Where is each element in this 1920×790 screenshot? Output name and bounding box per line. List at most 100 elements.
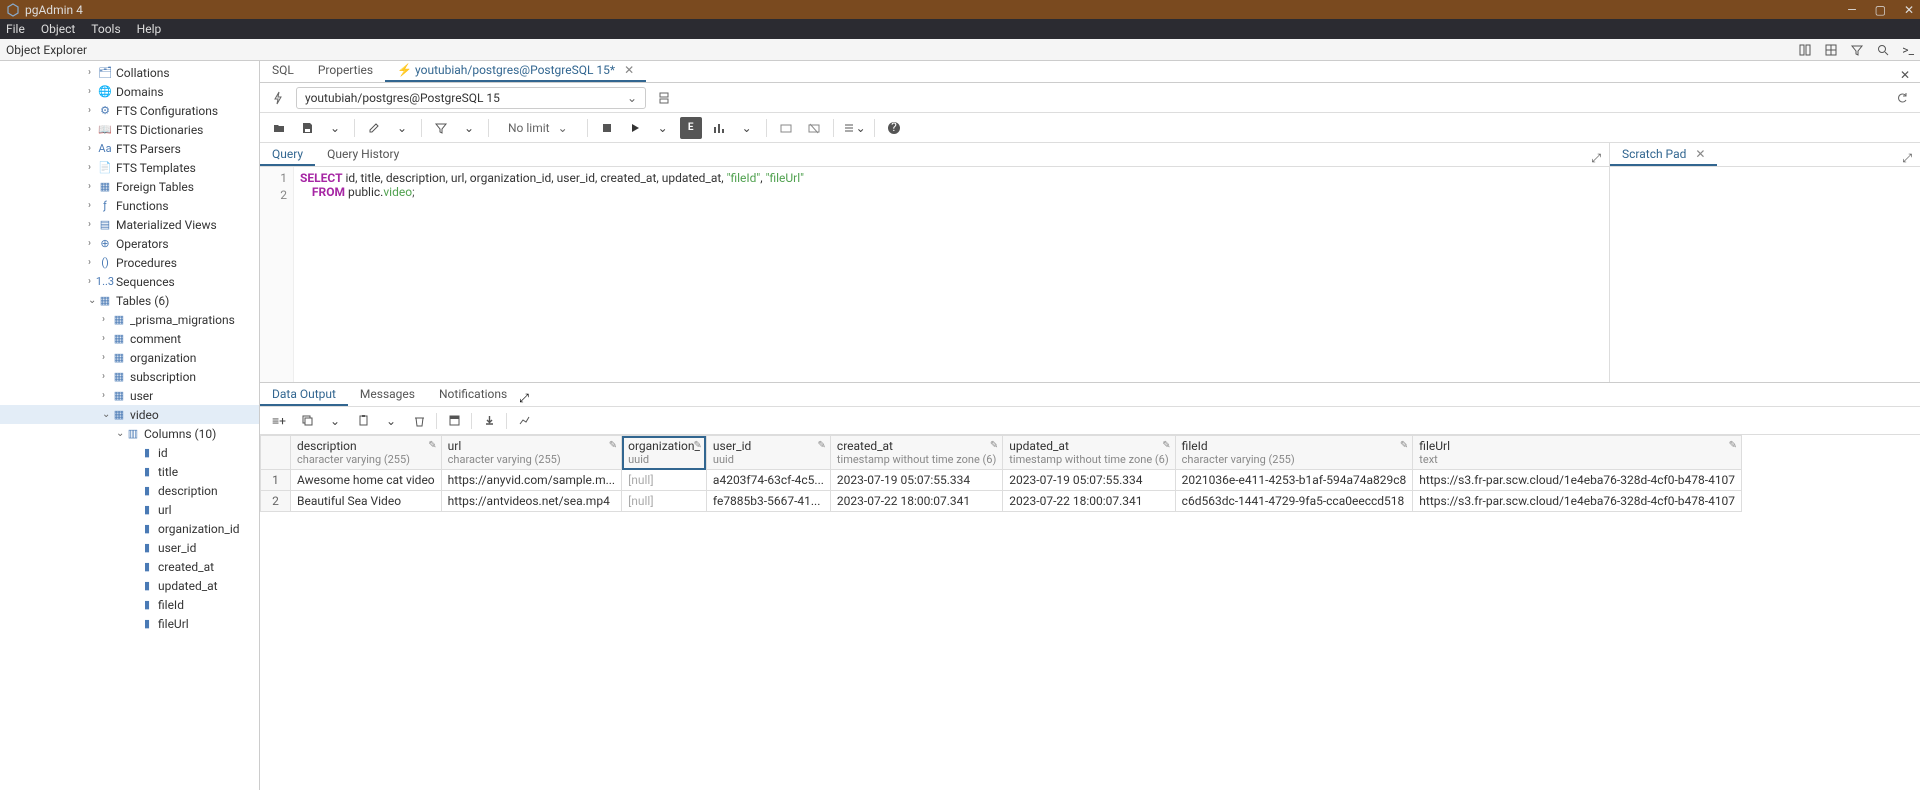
cell[interactable]: 2023-07-22 18:00:07.341 [830,491,1002,512]
tree-item[interactable]: ›📖FTS Dictionaries [0,120,259,139]
explorer-filter-icon[interactable] [1850,43,1864,57]
delete-row-button[interactable] [408,410,430,432]
chart-button[interactable] [513,410,535,432]
sql-editor[interactable]: 12 SELECT id, title, description, url, o… [260,167,1609,382]
tree-item[interactable]: ›⊕Operators [0,234,259,253]
tree-item[interactable]: ▮updated_at [0,576,259,595]
expand-scratch-icon[interactable]: ⤢ [1894,151,1920,166]
edit-button[interactable] [363,117,385,139]
cell[interactable]: [null] [622,491,707,512]
open-file-button[interactable] [268,117,290,139]
copy-button[interactable] [296,410,318,432]
tree-item[interactable]: ›AaFTS Parsers [0,139,259,158]
tree-item[interactable]: ›▦comment [0,329,259,348]
window-minimize-button[interactable]: — [1847,3,1856,17]
cell[interactable]: https://s3.fr-par.scw.cloud/1e4eba76-328… [1413,470,1742,491]
help-button[interactable]: ? [883,117,905,139]
tree-item[interactable]: ▮created_at [0,557,259,576]
cell[interactable]: https://s3.fr-par.scw.cloud/1e4eba76-328… [1413,491,1742,512]
tree-item[interactable]: ›▤Materialized Views [0,215,259,234]
execute-button[interactable] [624,117,646,139]
tree-item[interactable]: ▮url [0,500,259,519]
tab-data-output[interactable]: Data Output [260,384,348,406]
tree-item[interactable]: ⌄▥Columns (10) [0,424,259,443]
save-button[interactable] [296,117,318,139]
tree-item[interactable]: ▮fileId [0,595,259,614]
paste-button[interactable] [352,410,374,432]
expand-editor-icon[interactable]: ⤢ [1583,151,1609,166]
macros-button[interactable]: ⌄ [842,117,866,139]
expand-output-icon[interactable]: ⤢ [519,391,529,406]
save-data-button[interactable] [443,410,465,432]
scratch-close-icon[interactable]: ✕ [1695,147,1705,161]
tab-close-icon[interactable]: ✕ [624,63,634,77]
window-close-button[interactable]: ✕ [1904,3,1914,17]
cell[interactable]: c6d563dc-1441-4729-9fa5-cca0eeccd518 [1175,491,1413,512]
menu-object[interactable]: Object [41,22,75,36]
explain-button[interactable]: E [680,117,702,139]
tree-item[interactable]: ›🌐Domains [0,82,259,101]
rollback-button[interactable] [803,117,825,139]
tab-query-tool[interactable]: ⚡ youtubiah/postgres@PostgreSQL 15* ✕ [385,60,646,82]
tabs-close-all-icon[interactable]: ✕ [1890,68,1920,82]
column-header[interactable]: organization_uuid✎ [622,436,707,470]
filter-button[interactable] [430,117,452,139]
cell[interactable]: 2023-07-22 18:00:07.341 [1003,491,1175,512]
tab-notifications[interactable]: Notifications [427,384,519,406]
explain-dropdown[interactable]: ⌄ [736,117,758,139]
tree-item[interactable]: ›▦user [0,386,259,405]
cell[interactable]: https://anyvid.com/sample.m... [441,470,621,491]
tree-item[interactable]: ›⚙FTS Configurations [0,101,259,120]
save-dropdown[interactable]: ⌄ [324,117,346,139]
subtab-query[interactable]: Query [260,144,315,166]
tab-messages[interactable]: Messages [348,384,427,406]
tree-item[interactable]: ⌄▦Tables (6) [0,291,259,310]
object-tree[interactable]: ›🗂Collations›🌐Domains›⚙FTS Configuration… [0,61,260,790]
menu-help[interactable]: Help [137,22,162,36]
copy-dropdown[interactable]: ⌄ [324,410,346,432]
cell[interactable]: fe7885b3-5667-41... [706,491,830,512]
column-header[interactable]: user_iduuid✎ [706,436,830,470]
tree-item[interactable]: ›▦organization [0,348,259,367]
reset-layout-icon[interactable] [1892,88,1912,108]
cell[interactable]: Beautiful Sea Video [291,491,442,512]
tree-item[interactable]: ›📄FTS Templates [0,158,259,177]
menu-tools[interactable]: Tools [91,22,120,36]
tree-item[interactable]: ›ƒFunctions [0,196,259,215]
window-maximize-button[interactable]: ▢ [1875,3,1886,17]
tab-properties[interactable]: Properties [306,60,385,82]
row-limit-dropdown[interactable]: No limit ⌄ [497,120,579,136]
tab-scratch-pad[interactable]: Scratch Pad ✕ [1610,144,1717,166]
tree-item[interactable]: ▮description [0,481,259,500]
column-header[interactable]: fileIdcharacter varying (255)✎ [1175,436,1413,470]
add-row-button[interactable]: ≡+ [268,410,290,432]
cell[interactable]: 2021036e-e411-4253-b1af-594a74a829c8 [1175,470,1413,491]
tree-item[interactable]: ›()Procedures [0,253,259,272]
explorer-psql-icon[interactable]: >_ [1902,43,1914,57]
download-button[interactable] [478,410,500,432]
filter-dropdown[interactable]: ⌄ [458,117,480,139]
tab-sql[interactable]: SQL [260,60,306,82]
scratch-pad-area[interactable] [1610,167,1920,382]
tree-item[interactable]: ›1..3Sequences [0,272,259,291]
subtab-query-history[interactable]: Query History [315,144,411,166]
cell[interactable]: 2023-07-19 05:07:55.334 [1003,470,1175,491]
tree-item[interactable]: ›▦subscription [0,367,259,386]
cell[interactable]: Awesome home cat video [291,470,442,491]
tree-item[interactable]: ›🗂Collations [0,63,259,82]
explorer-view-grid-icon[interactable] [1824,43,1838,57]
paste-dropdown[interactable]: ⌄ [380,410,402,432]
cell[interactable]: https://antvideos.net/sea.mp4 [441,491,621,512]
cell[interactable]: a4203f74-63cf-4c5... [706,470,830,491]
connection-server-icon[interactable] [654,88,674,108]
column-header[interactable]: descriptioncharacter varying (255)✎ [291,436,442,470]
explorer-search-icon[interactable] [1876,43,1890,57]
stop-button[interactable] [596,117,618,139]
column-header[interactable]: urlcharacter varying (255)✎ [441,436,621,470]
results-grid[interactable]: descriptioncharacter varying (255)✎urlch… [260,435,1920,790]
tree-item[interactable]: ⌄▦video [0,405,259,424]
execute-dropdown[interactable]: ⌄ [652,117,674,139]
tree-item[interactable]: ▮title [0,462,259,481]
explain-analyze-button[interactable] [708,117,730,139]
edit-dropdown[interactable]: ⌄ [391,117,413,139]
